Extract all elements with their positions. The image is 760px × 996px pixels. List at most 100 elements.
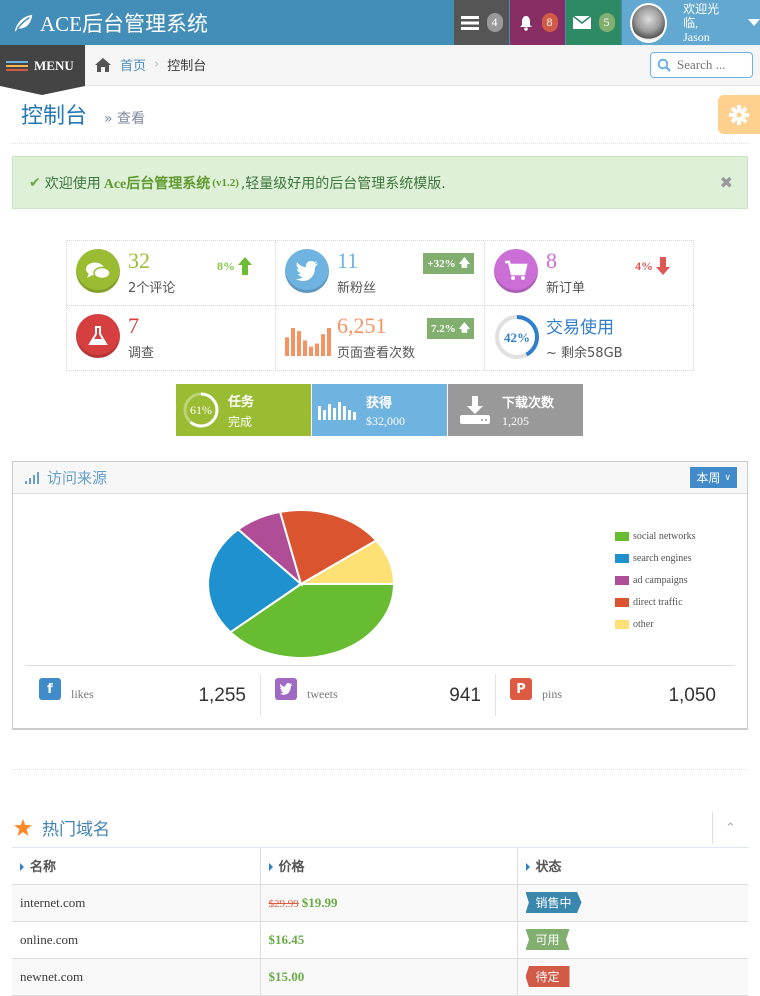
breadcrumb-current: 控制台 — [167, 59, 207, 74]
arrow-up-icon — [238, 257, 252, 275]
storage-title: 交易使用 — [546, 318, 614, 338]
tasks-button[interactable]: 4 — [454, 0, 509, 45]
infobox-number: 32 — [128, 248, 150, 273]
breadcrumb-home-link[interactable]: 首页 — [120, 55, 146, 74]
earnings-title: 获得 — [366, 395, 393, 411]
infobox-storage: 42% 交易使用 ~ 剩余58GB — [485, 306, 694, 371]
column-header-price[interactable]: 价格 — [259, 848, 518, 885]
user-welcome: 欢迎光临, — [683, 1, 720, 30]
infobox-orders: 8 新订单 4% — [485, 241, 694, 306]
caret-right-icon — [268, 863, 273, 872]
infobox-label: 2个评论 — [128, 281, 176, 296]
tasks-icon — [460, 15, 479, 30]
column-header-name[interactable]: 名称 — [12, 848, 261, 885]
notifications-button[interactable]: 8 — [510, 0, 565, 45]
page-title: 控制台 — [21, 104, 88, 129]
breadcrumb: 首页 › 控制台 — [94, 55, 206, 74]
home-icon[interactable] — [94, 57, 112, 73]
column-header-status[interactable]: 状态 — [516, 848, 748, 885]
domain-name: online.com — [12, 920, 261, 959]
storage-percent: 42% — [504, 330, 530, 345]
legend-swatch — [615, 619, 629, 629]
twitter-stat: tweets 941 — [260, 674, 495, 716]
navbar: ACE后台管理系统 4 8 5 欢迎光临, Jason — [0, 0, 760, 45]
stat-value: +32% — [427, 257, 456, 270]
check-icon: ✔ — [29, 174, 41, 191]
messages-badge: 5 — [598, 13, 615, 32]
earnings-box: 获得 $32,000 — [312, 384, 447, 436]
downloads-value: 1,205 — [502, 413, 529, 428]
stat-label: tweets — [307, 687, 338, 701]
legend-swatch — [615, 553, 629, 563]
sparkline-chart — [285, 328, 331, 356]
twitter-icon — [275, 678, 297, 700]
price: $16.45 — [268, 931, 305, 947]
hamburger-icon — [6, 60, 28, 71]
stat-value: 1,255 — [198, 685, 246, 706]
domain-status: 可用 — [516, 920, 748, 959]
domains-widget: 热门域名 ⌃ 名称 价格 状态 internet.com $29.99 $19.9… — [12, 808, 748, 996]
infobox-number: 6,251 — [337, 313, 387, 338]
comments-icon — [76, 249, 120, 293]
legend-swatch — [615, 597, 629, 607]
range-dropdown-button[interactable]: 本周 ∨ — [690, 467, 737, 488]
sparkline-bar — [297, 331, 301, 356]
earnings-value: $32,000 — [366, 413, 405, 428]
tasks-subtitle: 完成 — [228, 414, 253, 429]
infobox-stat: 4% — [635, 257, 670, 275]
infobox-number: 11 — [337, 248, 359, 273]
downloads-title: 下载次数 — [502, 395, 555, 411]
close-alert-button[interactable]: ✖ — [720, 173, 733, 192]
brand[interactable]: ACE后台管理系统 — [12, 8, 208, 38]
domains-table: 名称 价格 状态 internet.com $29.99 $19.99 销售中 o… — [12, 848, 748, 996]
infobox-surveys: 7 调查 — [67, 306, 276, 371]
stat-value: 4% — [635, 258, 653, 273]
alert-prefix: 欢迎使用 — [44, 175, 101, 192]
sparkline-bar — [291, 328, 295, 356]
infobox-comments: 32 2个评论 8% — [67, 241, 276, 306]
legend-label: social networks — [633, 530, 696, 542]
star-icon — [14, 819, 32, 836]
infobox-badge: 7.2% 🡅 — [426, 318, 474, 339]
pinterest-stat: P pins 1,050 — [495, 674, 730, 716]
alert-suffix: ,轻量级好用的后台管理系统模版. — [240, 175, 446, 192]
tasks-box: 61% 任务 完成 — [176, 384, 311, 436]
legend-item: other — [615, 613, 696, 635]
collapse-button[interactable]: ⌃ — [712, 812, 748, 844]
infobox-label: 调查 — [128, 346, 155, 361]
menu-label: MENU — [34, 57, 74, 73]
traffic-widget: 访问来源 本周 ∨ social networks search engines a… — [12, 461, 748, 730]
legend-label: other — [633, 618, 654, 630]
sparkline-bar — [327, 328, 331, 356]
sparkline-bar — [321, 334, 325, 356]
table-row: online.com $16.45 可用 — [12, 920, 748, 959]
search-input[interactable] — [677, 57, 752, 73]
gear-icon — [729, 104, 749, 125]
user-menu[interactable]: 欢迎光临, Jason — [622, 0, 760, 45]
infobox-label: 页面查看次数 — [337, 346, 416, 361]
facebook-stat: f likes 1,255 — [25, 674, 260, 716]
social-stats: f likes 1,255 tweets 941 P pins 1,050 — [25, 665, 735, 721]
caret-right-icon — [20, 863, 24, 872]
chevron-down-icon: ∨ — [724, 472, 731, 483]
shopping-cart-icon — [494, 249, 538, 293]
page-header: 控制台 » 查看 — [12, 86, 748, 144]
infobox-number: 7 — [128, 313, 139, 338]
infobox-label: 新粉丝 — [337, 281, 377, 296]
sparkline-bar — [309, 346, 313, 356]
stat-value: 8% — [217, 258, 235, 273]
breadcrumb-separator-icon: › — [154, 57, 160, 72]
status-badge: 销售中 — [525, 892, 582, 913]
caret-down-icon — [748, 19, 760, 26]
menu-toggle-button[interactable]: MENU — [0, 45, 85, 95]
widget-title: 访问来源 — [47, 469, 108, 487]
domain-price: $16.45 — [259, 920, 518, 959]
infobox-container: 32 2个评论 8% 11 新粉丝 +32% 🡅 8 新订单 4% 7 调查 6… — [66, 240, 694, 371]
messages-button[interactable]: 5 — [566, 0, 621, 45]
divider — [12, 769, 748, 770]
chevron-up-icon: ⌃ — [725, 820, 736, 835]
status-badge: 待定 — [525, 966, 570, 987]
domains-title: 热门域名 — [42, 820, 110, 840]
settings-button[interactable] — [718, 95, 760, 134]
legend-swatch — [615, 531, 629, 541]
